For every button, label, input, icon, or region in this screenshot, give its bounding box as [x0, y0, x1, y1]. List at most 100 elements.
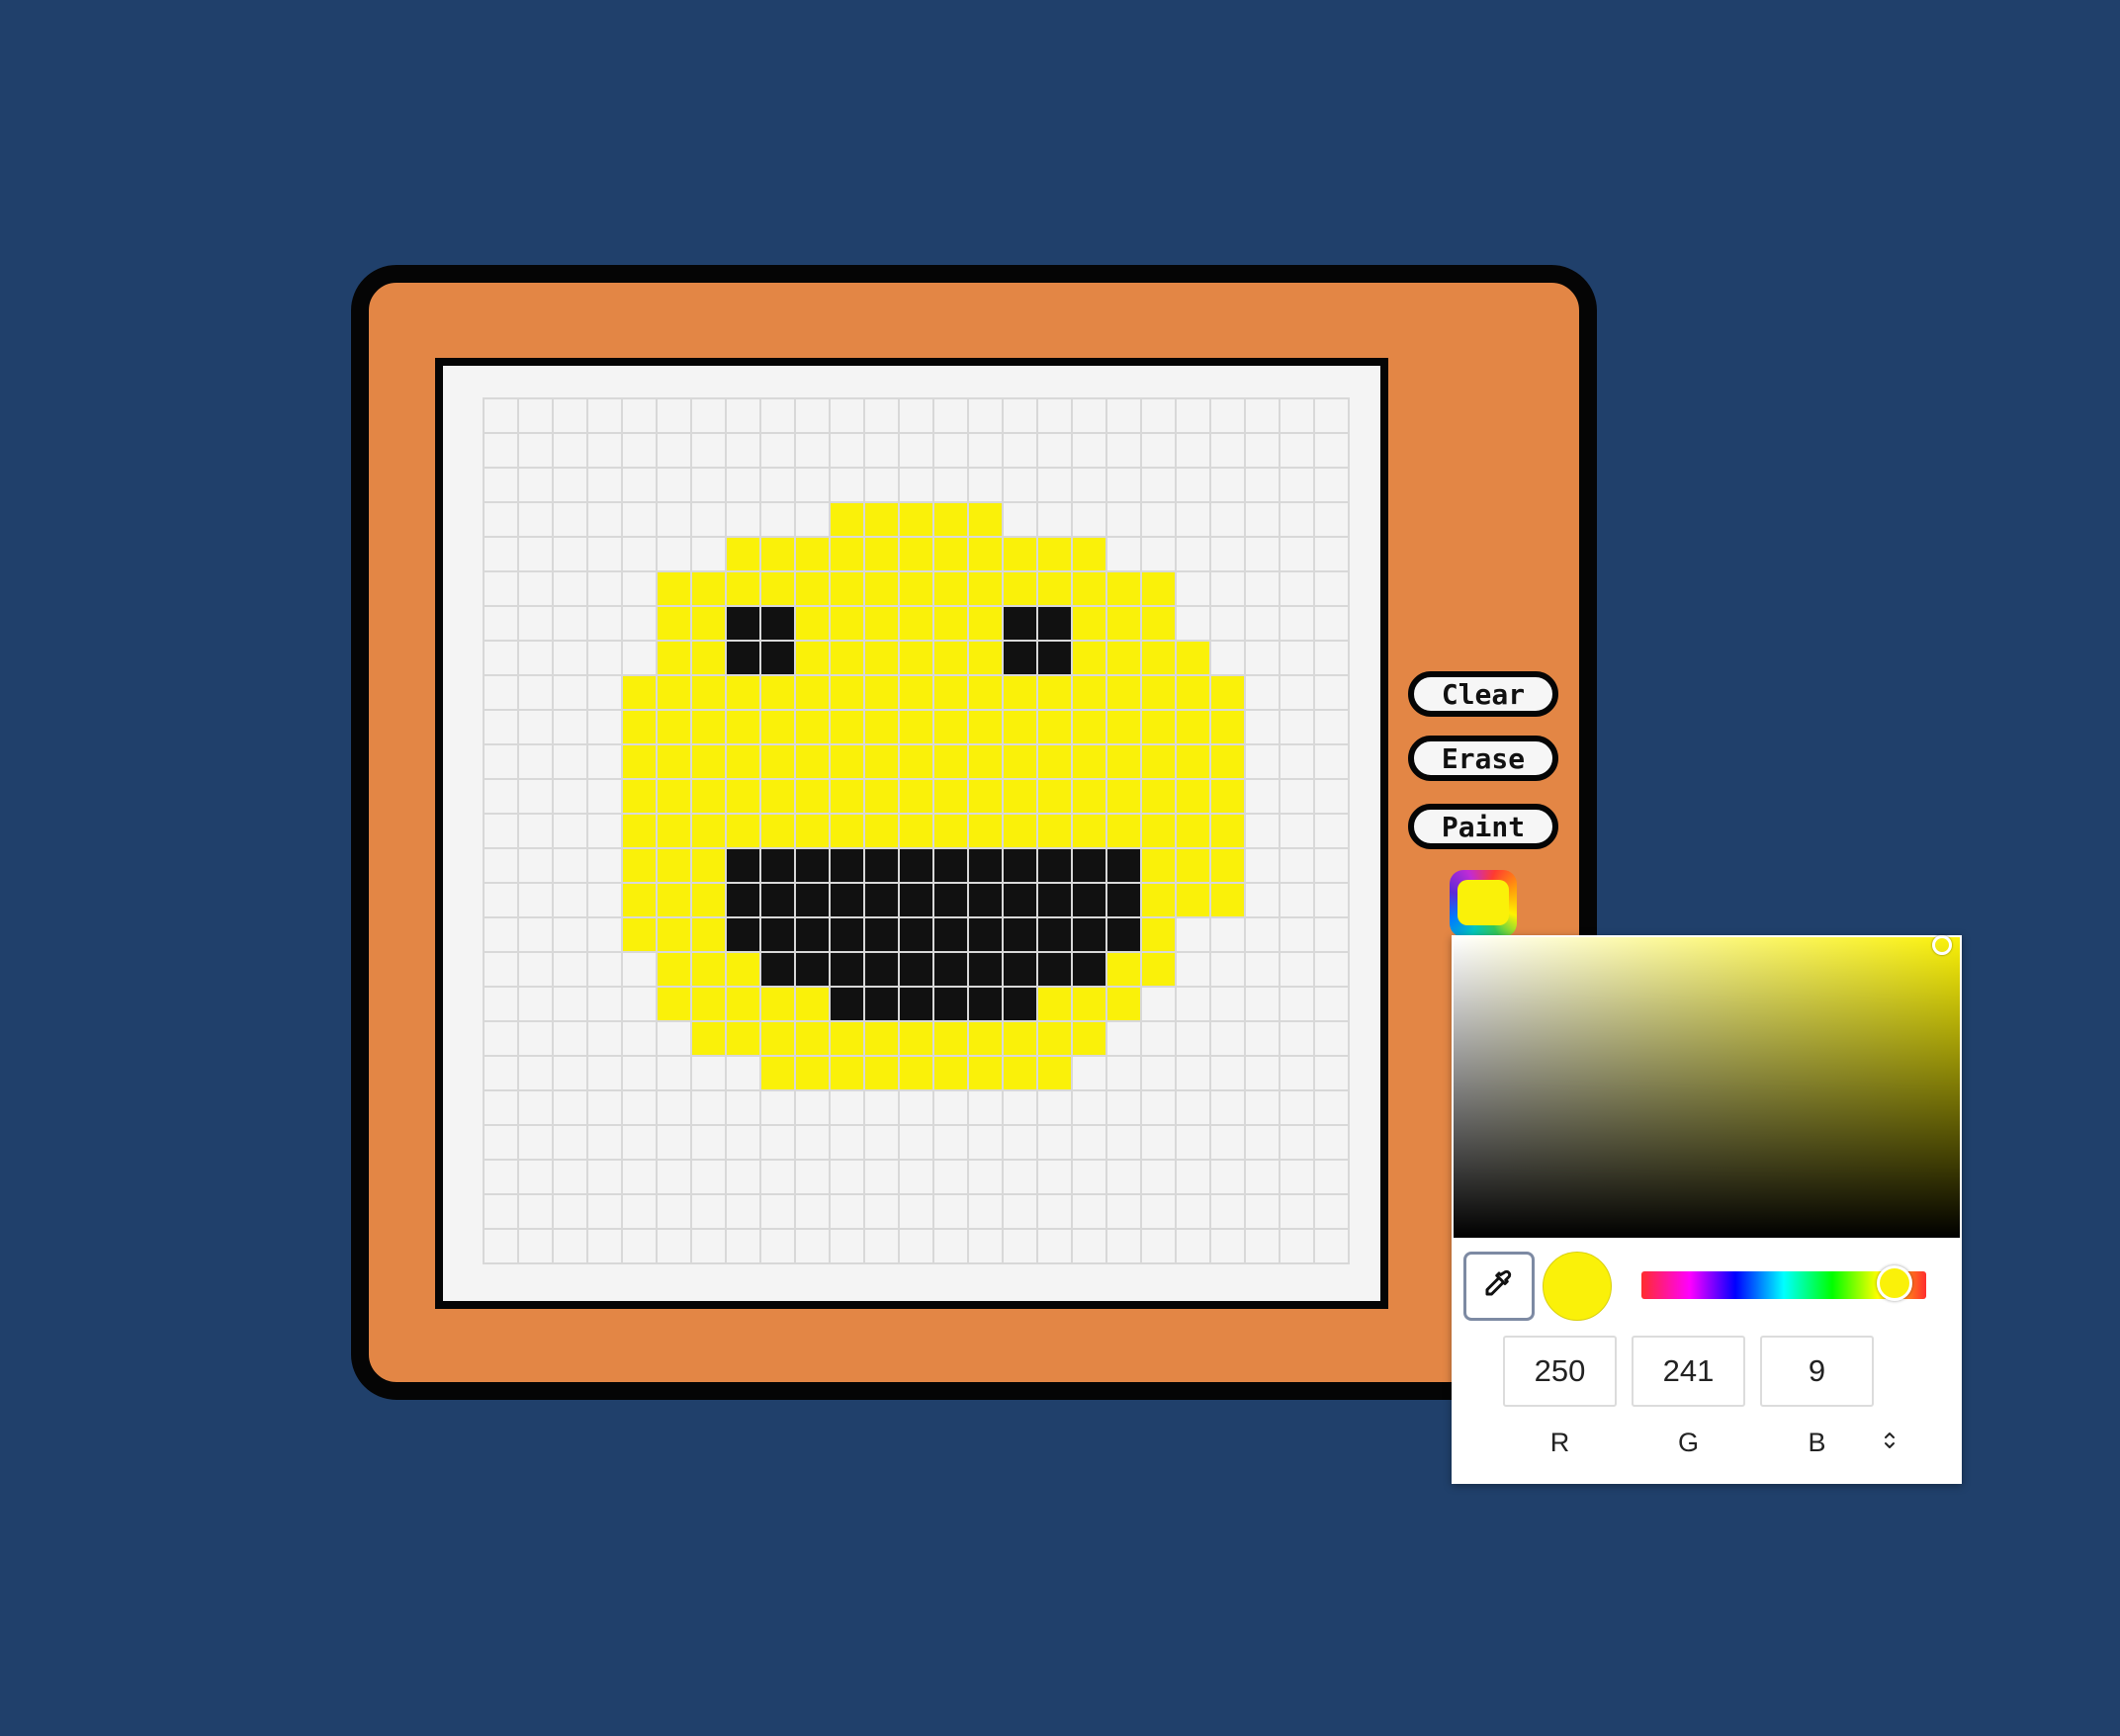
pixel-cell[interactable]	[726, 710, 760, 744]
pixel-cell[interactable]	[691, 675, 726, 710]
pixel-cell[interactable]	[484, 1125, 518, 1160]
pixel-cell[interactable]	[484, 917, 518, 952]
pixel-cell[interactable]	[1280, 883, 1314, 917]
pixel-cell[interactable]	[1210, 1021, 1245, 1056]
pixel-cell[interactable]	[1245, 468, 1280, 502]
pixel-cell[interactable]	[1003, 537, 1037, 571]
pixel-cell[interactable]	[1003, 779, 1037, 814]
pixel-cell[interactable]	[1280, 1125, 1314, 1160]
pixel-cell[interactable]	[1314, 1056, 1349, 1090]
pixel-cell[interactable]	[484, 779, 518, 814]
pixel-cell[interactable]	[795, 571, 830, 606]
pixel-cell[interactable]	[691, 952, 726, 987]
pixel-cell[interactable]	[830, 1021, 864, 1056]
pixel-cell[interactable]	[553, 917, 587, 952]
pixel-cell[interactable]	[553, 641, 587, 675]
pixel-cell[interactable]	[1106, 883, 1141, 917]
pixel-cell[interactable]	[1141, 987, 1176, 1021]
pixel-cell[interactable]	[484, 814, 518, 848]
pixel-cell[interactable]	[968, 814, 1003, 848]
pixel-cell[interactable]	[518, 1194, 553, 1229]
pixel-cell[interactable]	[1106, 1056, 1141, 1090]
pixel-cell[interactable]	[587, 744, 622, 779]
pixel-cell[interactable]	[1245, 917, 1280, 952]
pixel-cell[interactable]	[864, 1021, 899, 1056]
pixel-cell[interactable]	[830, 1229, 864, 1263]
pixel-cell[interactable]	[899, 848, 933, 883]
pixel-cell[interactable]	[553, 1194, 587, 1229]
pixel-cell[interactable]	[760, 779, 795, 814]
pixel-cell[interactable]	[484, 502, 518, 537]
pixel-cell[interactable]	[657, 1229, 691, 1263]
pixel-cell[interactable]	[726, 1125, 760, 1160]
pixel-cell[interactable]	[864, 814, 899, 848]
pixel-cell[interactable]	[968, 1160, 1003, 1194]
pixel-cell[interactable]	[1037, 502, 1072, 537]
pixel-cell[interactable]	[1106, 1021, 1141, 1056]
pixel-cell[interactable]	[1003, 468, 1037, 502]
pixel-cell[interactable]	[657, 502, 691, 537]
pixel-cell[interactable]	[1141, 952, 1176, 987]
pixel-cell[interactable]	[518, 1125, 553, 1160]
pixel-cell[interactable]	[1210, 537, 1245, 571]
pixel-cell[interactable]	[691, 1194, 726, 1229]
pixel-cell[interactable]	[1106, 537, 1141, 571]
pixel-cell[interactable]	[1176, 710, 1210, 744]
pixel-cell[interactable]	[830, 987, 864, 1021]
pixel-cell[interactable]	[1280, 606, 1314, 641]
pixel-cell[interactable]	[1072, 1160, 1106, 1194]
pixel-cell[interactable]	[1072, 433, 1106, 468]
clear-button[interactable]: Clear	[1408, 671, 1558, 717]
pixel-cell[interactable]	[484, 433, 518, 468]
pixel-cell[interactable]	[518, 883, 553, 917]
color-mode-toggle[interactable]	[1875, 1428, 1904, 1457]
pixel-cell[interactable]	[726, 571, 760, 606]
pixel-cell[interactable]	[726, 1090, 760, 1125]
pixel-cell[interactable]	[587, 641, 622, 675]
pixel-cell[interactable]	[760, 883, 795, 917]
pixel-cell[interactable]	[1210, 1160, 1245, 1194]
pixel-cell[interactable]	[518, 814, 553, 848]
pixel-cell[interactable]	[760, 1229, 795, 1263]
pixel-cell[interactable]	[587, 468, 622, 502]
pixel-cell[interactable]	[518, 848, 553, 883]
pixel-cell[interactable]	[795, 1125, 830, 1160]
pixel-cell[interactable]	[587, 1160, 622, 1194]
pixel-cell[interactable]	[484, 675, 518, 710]
pixel-cell[interactable]	[691, 502, 726, 537]
pixel-cell[interactable]	[795, 710, 830, 744]
pixel-cell[interactable]	[933, 1021, 968, 1056]
pixel-cell[interactable]	[1003, 1090, 1037, 1125]
pixel-cell[interactable]	[760, 675, 795, 710]
pixel-cell[interactable]	[795, 744, 830, 779]
pixel-cell[interactable]	[1106, 952, 1141, 987]
pixel-cell[interactable]	[1176, 606, 1210, 641]
pixel-cell[interactable]	[691, 710, 726, 744]
pixel-cell[interactable]	[1072, 987, 1106, 1021]
pixel-cell[interactable]	[1280, 537, 1314, 571]
pixel-cell[interactable]	[657, 987, 691, 1021]
pixel-cell[interactable]	[1037, 1021, 1072, 1056]
pixel-cell[interactable]	[657, 537, 691, 571]
pixel-cell[interactable]	[726, 468, 760, 502]
pixel-cell[interactable]	[830, 433, 864, 468]
pixel-cell[interactable]	[933, 675, 968, 710]
pixel-cell[interactable]	[1314, 917, 1349, 952]
pixel-cell[interactable]	[1176, 987, 1210, 1021]
pixel-cell[interactable]	[1314, 1125, 1349, 1160]
pixel-cell[interactable]	[1176, 433, 1210, 468]
pixel-cell[interactable]	[1037, 433, 1072, 468]
pixel-cell[interactable]	[553, 1090, 587, 1125]
pixel-cell[interactable]	[1280, 433, 1314, 468]
pixel-cell[interactable]	[1314, 987, 1349, 1021]
pixel-cell[interactable]	[691, 1160, 726, 1194]
pixel-cell[interactable]	[1141, 675, 1176, 710]
pixel-cell[interactable]	[1314, 1160, 1349, 1194]
pixel-cell[interactable]	[518, 1056, 553, 1090]
pixel-cell[interactable]	[587, 1090, 622, 1125]
pixel-cell[interactable]	[1245, 675, 1280, 710]
pixel-cell[interactable]	[1176, 537, 1210, 571]
pixel-cell[interactable]	[968, 398, 1003, 433]
pixel-cell[interactable]	[795, 814, 830, 848]
pixel-cell[interactable]	[1280, 502, 1314, 537]
